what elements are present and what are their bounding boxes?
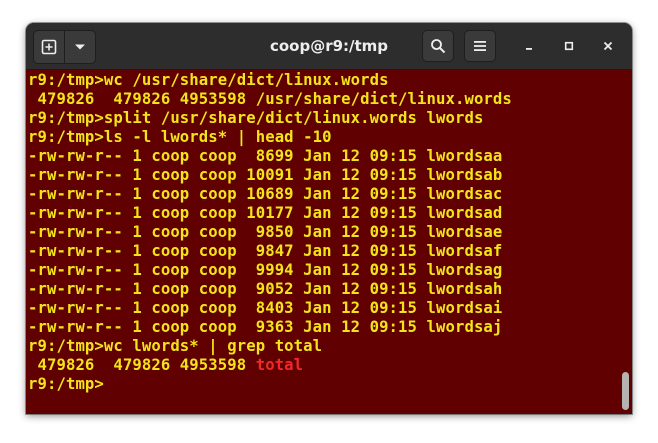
- new-tab-button[interactable]: [34, 31, 64, 63]
- terminal-line: r9:/tmp>wc /usr/share/dict/linux.words: [28, 71, 389, 89]
- terminal-window: coop@r9:/tmp r9:/tmp>wc /usr/share/dict/…: [26, 23, 632, 414]
- minimize-icon: [526, 48, 532, 50]
- terminal-line: -rw-rw-r-- 1 coop coop 8403 Jan 12 09:15…: [28, 299, 503, 317]
- maximize-button[interactable]: [554, 31, 584, 61]
- terminal-prompt-line: r9:/tmp>: [28, 375, 104, 393]
- hamburger-menu-icon: [474, 41, 486, 51]
- terminal-line: -rw-rw-r-- 1 coop coop 8699 Jan 12 09:15…: [28, 147, 503, 165]
- terminal-line: -rw-rw-r-- 1 coop coop 10177 Jan 12 09:1…: [28, 204, 503, 222]
- terminal-line: r9:/tmp>split /usr/share/dict/linux.word…: [28, 109, 484, 127]
- close-button[interactable]: [593, 31, 623, 61]
- new-tab-button-group: [33, 30, 96, 64]
- close-icon: [603, 41, 613, 51]
- terminal-line: r9:/tmp>ls -l lwords* | head -10: [28, 128, 332, 146]
- terminal-line: 479826 479826 4953598 total: [28, 356, 304, 374]
- chevron-down-icon: [75, 44, 85, 50]
- scrollbar-thumb[interactable]: [622, 372, 629, 410]
- terminal-output[interactable]: r9:/tmp>wc /usr/share/dict/linux.words 4…: [26, 70, 632, 414]
- maximize-icon: [564, 41, 574, 51]
- scrollbar[interactable]: [618, 70, 632, 414]
- terminal-line: -rw-rw-r-- 1 coop coop 9847 Jan 12 09:15…: [28, 242, 503, 260]
- new-tab-icon: [41, 39, 57, 55]
- terminal-line: -rw-rw-r-- 1 coop coop 9994 Jan 12 09:15…: [28, 261, 503, 279]
- grep-match-highlight: total: [255, 356, 304, 374]
- tab-menu-dropdown-button[interactable]: [64, 31, 95, 63]
- title-bar: coop@r9:/tmp: [26, 23, 632, 70]
- minimize-button[interactable]: [514, 31, 544, 61]
- terminal-line: -rw-rw-r-- 1 coop coop 9850 Jan 12 09:15…: [28, 223, 503, 241]
- terminal-line: 479826 479826 4953598 /usr/share/dict/li…: [28, 90, 512, 108]
- terminal-line: r9:/tmp>wc lwords* | grep total: [28, 337, 323, 355]
- terminal-line: -rw-rw-r-- 1 coop coop 9052 Jan 12 09:15…: [28, 280, 503, 298]
- main-menu-button[interactable]: [464, 30, 496, 62]
- search-button[interactable]: [422, 30, 454, 62]
- terminal-lines: r9:/tmp>wc /usr/share/dict/linux.words 4…: [28, 71, 512, 394]
- terminal-line: -rw-rw-r-- 1 coop coop 9363 Jan 12 09:15…: [28, 318, 503, 336]
- terminal-line: -rw-rw-r-- 1 coop coop 10091 Jan 12 09:1…: [28, 166, 503, 184]
- search-icon: [431, 39, 446, 54]
- terminal-line: -rw-rw-r-- 1 coop coop 10689 Jan 12 09:1…: [28, 185, 503, 203]
